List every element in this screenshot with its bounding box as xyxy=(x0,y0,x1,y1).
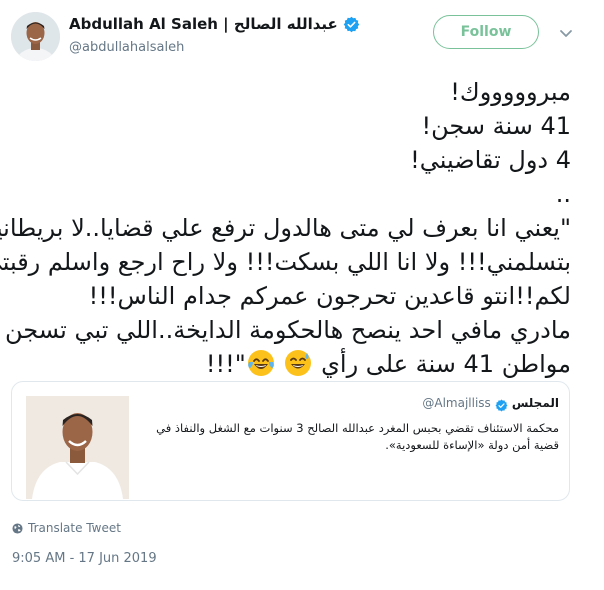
tweet-line: "يعني انا بعرف لي متى هالدول ترفع علي قض… xyxy=(0,214,571,242)
verified-badge-icon xyxy=(343,16,360,33)
tweet-line-last: مواطن 41 سنة على رأي "!!! xyxy=(11,347,571,381)
tweet-line-suffix: "!!! xyxy=(205,350,246,378)
sweat-smile-emoji-icon xyxy=(284,349,312,377)
author-display-name[interactable]: Abdullah Al Saleh | عبدالله الصالح xyxy=(69,15,338,33)
quoted-tweet-card[interactable]: المجلس @Almajlliss محكمة الاستئناف تقضي … xyxy=(11,381,570,501)
author-avatar[interactable] xyxy=(11,12,60,61)
tweet-header: Abdullah Al Saleh | عبدالله الصالح @abdu… xyxy=(11,9,593,65)
tweet-text: مبروووووك! 41 سنة سجن! 4 دول تقاضيني! ..… xyxy=(0,75,571,381)
quoted-author-name[interactable]: المجلس xyxy=(512,396,559,410)
tweet-line: بتسلمني!!! ولا انا اللي بسكت!!! ولا راح … xyxy=(0,248,571,276)
quoted-tweet-image[interactable] xyxy=(26,396,129,499)
author-handle[interactable]: @abdullahalsaleh xyxy=(69,40,184,55)
tweet-line: 41 سنة سجن! xyxy=(421,112,571,140)
quoted-author-handle[interactable]: @Almajlliss xyxy=(422,396,490,410)
tweet-line: مبروووووك! xyxy=(450,78,571,106)
author-name-row[interactable]: Abdullah Al Saleh | عبدالله الصالح xyxy=(69,15,360,33)
tweet-timestamp[interactable]: 9:05 AM - 17 Jun 2019 xyxy=(12,551,157,566)
quoted-tweet-text: محكمة الاستئناف تقضي بحبس المغرد عبدالله… xyxy=(156,421,559,452)
quoted-tweet-meta: المجلس @Almajlliss xyxy=(422,396,559,411)
verified-badge-icon xyxy=(495,397,508,411)
chevron-down-icon[interactable] xyxy=(556,23,576,43)
tweet-line: 4 دول تقاضيني! xyxy=(410,146,571,174)
tweet-line: مواطن 41 سنة على رأي xyxy=(321,350,571,378)
globe-icon xyxy=(12,522,23,534)
translate-label[interactable]: Translate Tweet xyxy=(28,521,121,535)
tweet-line: .. xyxy=(555,180,571,208)
follow-button[interactable]: Follow xyxy=(433,15,539,49)
tears-of-joy-emoji-icon xyxy=(247,349,275,377)
tweet-line: مادري مافي احد ينصح هالحكومة الدايخة..ال… xyxy=(4,316,571,344)
translate-tweet-link[interactable]: Translate Tweet xyxy=(12,521,121,535)
tweet-line: لكم!!انتو قاعدين تحرجون عمركم جدام الناس… xyxy=(88,282,571,310)
